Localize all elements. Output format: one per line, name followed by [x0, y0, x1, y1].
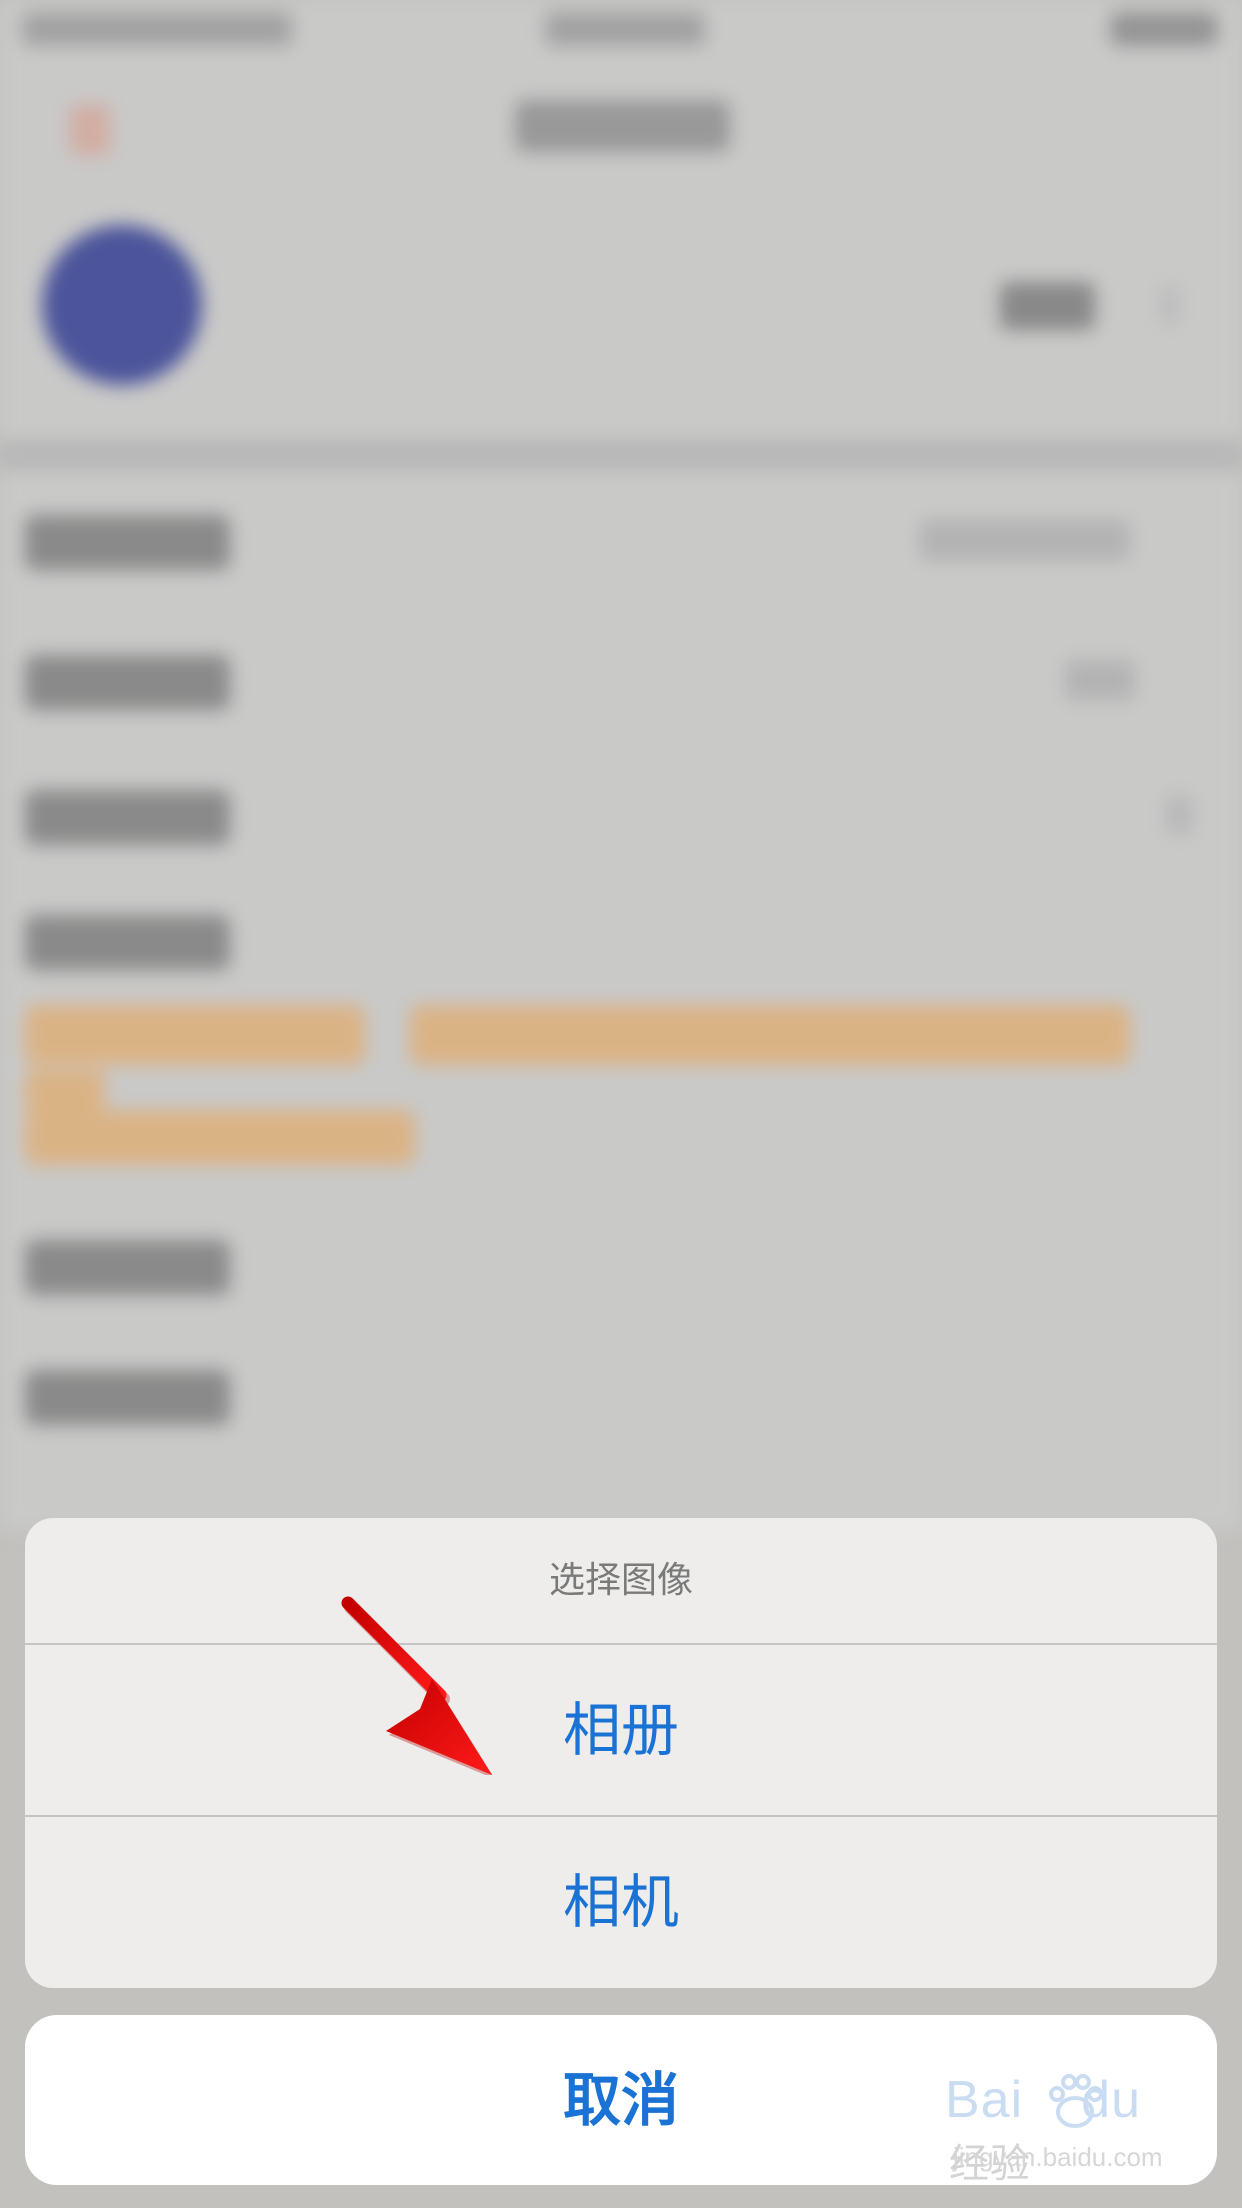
- watermark-url: jingyan.baidu.com: [953, 2142, 1163, 2172]
- watermark: Bai du经验 jingyan.baidu.com: [945, 2070, 1185, 2187]
- camera-option-button[interactable]: 相机: [25, 1817, 1217, 1987]
- action-sheet: 选择图像 相册 相机: [25, 1518, 1217, 1988]
- album-option-button[interactable]: 相册: [25, 1645, 1217, 1815]
- action-sheet-title: 选择图像: [548, 1560, 693, 1601]
- baidu-paw-icon: [1049, 2074, 1103, 2128]
- red-arrow-icon: [341, 1596, 493, 1775]
